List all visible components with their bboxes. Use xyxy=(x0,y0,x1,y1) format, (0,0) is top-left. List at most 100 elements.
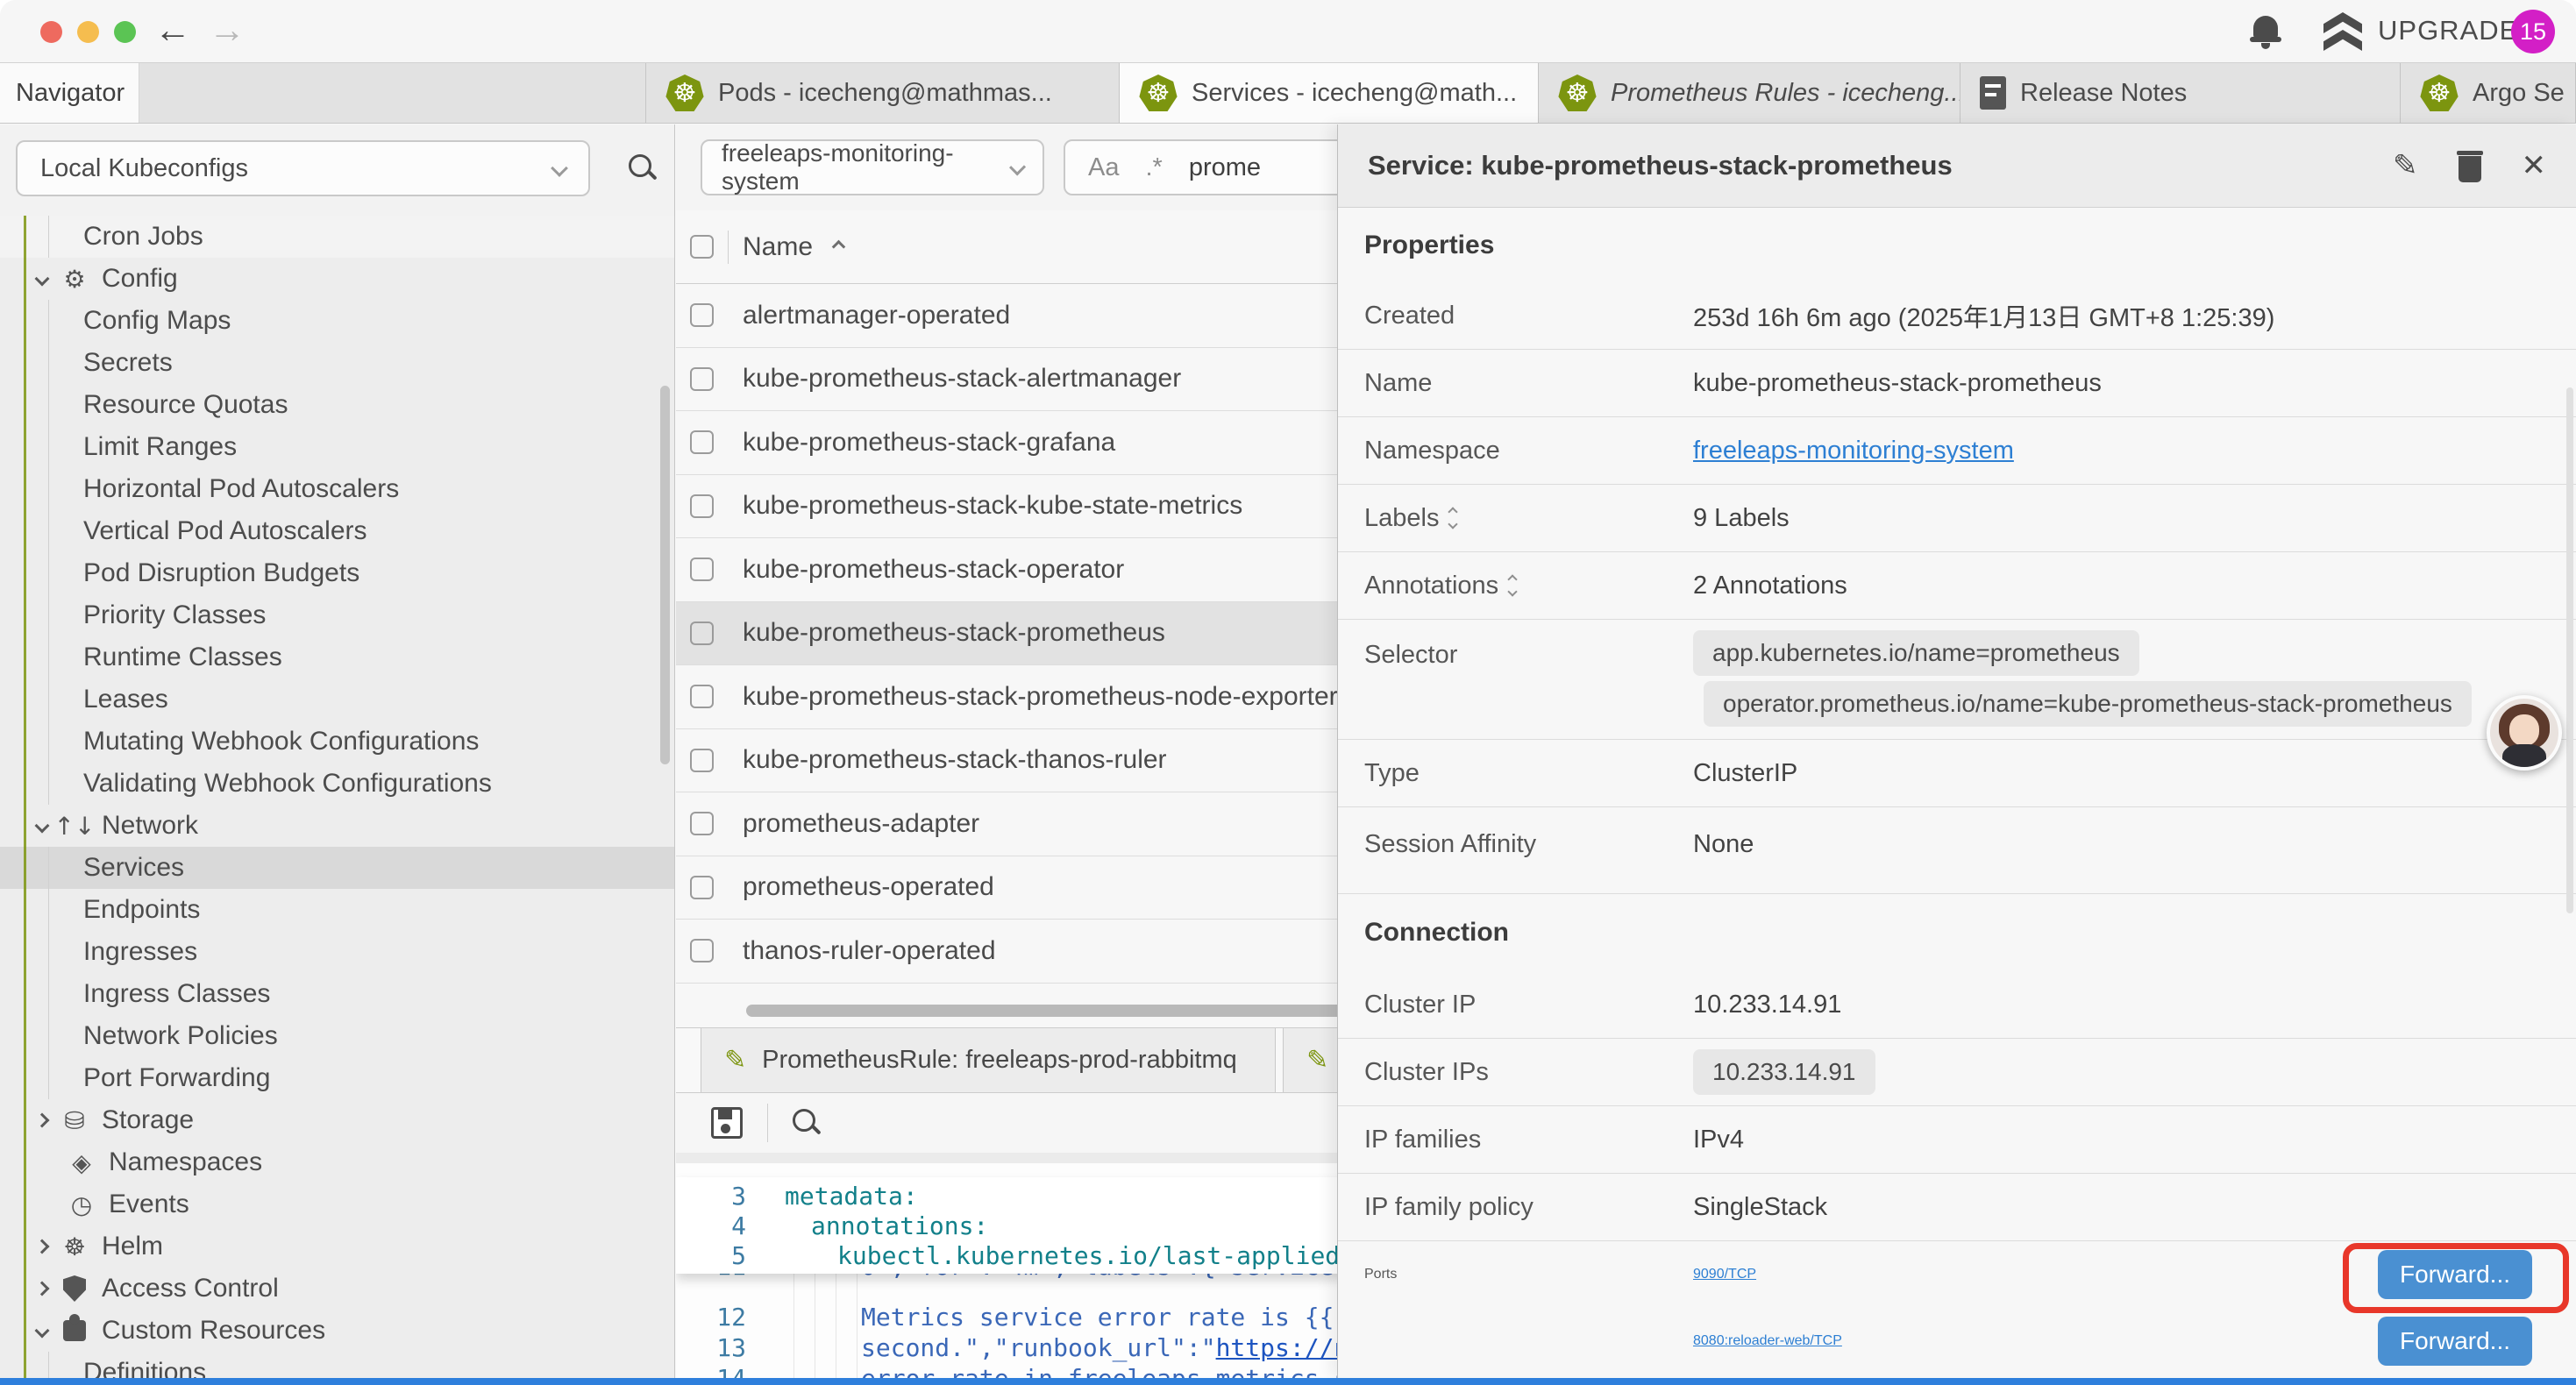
sidebar-item-config-maps[interactable]: Config Maps xyxy=(0,300,674,342)
sidebar-item-ingress-classes[interactable]: Ingress Classes xyxy=(0,973,674,1015)
tree-guide-line xyxy=(24,216,26,1378)
chevron-right-icon[interactable] xyxy=(35,1282,50,1296)
resource-tree: Cron Jobs⚙ConfigConfig MapsSecretsResour… xyxy=(0,216,674,1378)
sidebar-scrollbar[interactable] xyxy=(660,386,670,764)
sidebar-item-storage[interactable]: ⛁Storage xyxy=(0,1099,674,1141)
editor-tab-prometheusrule[interactable]: ✎ PrometheusRule: freeleaps-prod-rabbitm… xyxy=(701,1028,1276,1092)
sidebar-item-label: Vertical Pod Autoscalers xyxy=(83,516,367,546)
property-value: 2 Annotations xyxy=(1693,572,1847,600)
sidebar-item-priority-classes[interactable]: Priority Classes xyxy=(0,594,674,636)
tab-1[interactable]: ☸Pods - icecheng@mathmas... xyxy=(646,63,1120,123)
assistant-avatar[interactable] xyxy=(2487,695,2562,771)
sidebar-item-leases[interactable]: Leases xyxy=(0,678,674,721)
save-icon[interactable] xyxy=(711,1107,743,1139)
sidebar-item-config[interactable]: ⚙Config xyxy=(0,258,674,300)
chevron-right-icon[interactable] xyxy=(35,1239,50,1254)
upgrade-button[interactable]: UPGRADE xyxy=(2323,12,2518,49)
back-button[interactable]: ← xyxy=(154,9,191,51)
row-checkbox[interactable] xyxy=(690,749,714,772)
property-value: 253d 16h 6m ago (2025年1月13日 GMT+8 1:25:3… xyxy=(1693,297,2274,334)
sidebar-item-definitions[interactable]: Definitions xyxy=(0,1352,674,1378)
row-checkbox[interactable] xyxy=(690,558,714,581)
sidebar-item-ingresses[interactable]: Ingresses xyxy=(0,931,674,973)
sidebar-item-cron-jobs[interactable]: Cron Jobs xyxy=(0,216,674,258)
port-link[interactable]: 8080:reloader-web/TCP xyxy=(1693,1333,1842,1349)
tab-label: Argo Se xyxy=(2473,79,2565,108)
port-link[interactable]: 9090/TCP xyxy=(1693,1267,1756,1282)
match-case-toggle[interactable]: Aa xyxy=(1088,153,1119,182)
sidebar-search-icon[interactable] xyxy=(627,153,658,184)
namespace-link[interactable]: freeleaps-monitoring-system xyxy=(1693,437,2014,465)
row-checkbox[interactable] xyxy=(690,876,714,899)
sidebar-item-label: Leases xyxy=(83,685,168,714)
section-heading: Properties xyxy=(1338,208,2576,282)
detail-scrollbar[interactable] xyxy=(2566,387,2573,913)
sidebar-item-horizontal-pod-autoscalers[interactable]: Horizontal Pod Autoscalers xyxy=(0,468,674,510)
sidebar-item-endpoints[interactable]: Endpoints xyxy=(0,889,674,931)
property-value: kube-prometheus-stack-prometheus xyxy=(1693,369,2102,398)
sidebar-item-network[interactable]: ↑↓Network xyxy=(0,805,674,847)
row-checkbox[interactable] xyxy=(690,494,714,518)
chevron-down-icon xyxy=(1508,586,1518,596)
sort-toggle-icon[interactable] xyxy=(1449,508,1456,528)
tab-4[interactable]: Release Notes xyxy=(1960,63,2401,123)
sidebar-item-network-policies[interactable]: Network Policies xyxy=(0,1015,674,1057)
sidebar-item-resource-quotas[interactable]: Resource Quotas xyxy=(0,384,674,426)
select-all-checkbox[interactable] xyxy=(690,235,714,259)
tab-label: Services - icecheng@math... xyxy=(1192,79,1517,108)
chevron-down-icon[interactable] xyxy=(35,1324,50,1339)
row-checkbox[interactable] xyxy=(690,430,714,454)
sort-ascending-icon[interactable] xyxy=(832,240,846,254)
line-number: 3 xyxy=(676,1182,746,1211)
chevron-down-icon[interactable] xyxy=(35,272,50,287)
sidebar-item-mutating-webhook-configurations[interactable]: Mutating Webhook Configurations xyxy=(0,721,674,763)
sidebar-item-helm[interactable]: ☸Helm xyxy=(0,1225,674,1268)
forward-button[interactable]: → xyxy=(209,9,246,51)
property-label: Created xyxy=(1364,302,1693,330)
regex-toggle[interactable]: .* xyxy=(1145,153,1162,182)
sidebar-item-port-forwarding[interactable]: Port Forwarding xyxy=(0,1057,674,1099)
sidebar-item-pod-disruption-budgets[interactable]: Pod Disruption Budgets xyxy=(0,552,674,594)
row-checkbox[interactable] xyxy=(690,367,714,391)
row-checkbox[interactable] xyxy=(690,303,714,327)
tab-5[interactable]: ☸Argo Se xyxy=(2401,63,2576,123)
sidebar-item-limit-ranges[interactable]: Limit Ranges xyxy=(0,426,674,468)
chevron-down-icon[interactable] xyxy=(35,819,50,834)
chevron-right-icon[interactable] xyxy=(35,1113,50,1128)
sidebar-item-vertical-pod-autoscalers[interactable]: Vertical Pod Autoscalers xyxy=(0,510,674,552)
property-value: ClusterIP xyxy=(1693,759,1797,788)
sidebar-item-runtime-classes[interactable]: Runtime Classes xyxy=(0,636,674,678)
sidebar-item-label: Events xyxy=(109,1190,189,1219)
sidebar-item-secrets[interactable]: Secrets xyxy=(0,342,674,384)
sidebar-item-services[interactable]: Services xyxy=(0,847,674,889)
tab-strip-spacer xyxy=(139,63,646,123)
name-column-header[interactable]: Name xyxy=(743,232,813,262)
row-checkbox[interactable] xyxy=(690,939,714,962)
tab-2[interactable]: ☸Services - icecheng@math...✕ xyxy=(1120,63,1539,123)
row-checkbox[interactable] xyxy=(690,685,714,708)
edit-service-button[interactable]: ✎ xyxy=(2393,148,2418,183)
navigator-panel-tab[interactable]: Navigator xyxy=(0,63,139,123)
account-badge[interactable]: 15 xyxy=(2511,10,2555,53)
sidebar-item-namespaces[interactable]: ◈Namespaces xyxy=(0,1141,674,1183)
notifications-bell-icon[interactable] xyxy=(2250,14,2281,49)
kubeconfig-select[interactable]: Local Kubeconfigs xyxy=(16,140,590,196)
sort-toggle-icon[interactable] xyxy=(1509,576,1516,595)
sidebar-item-custom-resources[interactable]: Custom Resources xyxy=(0,1310,674,1352)
row-checkbox[interactable] xyxy=(690,812,714,835)
detail-body: Properties Created253d 16h 6m ago (2025年1… xyxy=(1338,208,2576,1378)
namespace-select[interactable]: freeleaps-monitoring-system xyxy=(701,139,1044,195)
close-window-button[interactable] xyxy=(40,21,62,43)
zoom-window-button[interactable] xyxy=(114,21,136,43)
minimize-window-button[interactable] xyxy=(77,21,99,43)
tab-3[interactable]: ☸Prometheus Rules - icecheng... xyxy=(1539,63,1960,123)
sidebar-item-validating-webhook-configurations[interactable]: Validating Webhook Configurations xyxy=(0,763,674,805)
delete-service-button[interactable] xyxy=(2457,149,2483,182)
row-checkbox[interactable] xyxy=(690,621,714,645)
code-text: second.","runbook_url":"https://net xyxy=(861,1333,1378,1362)
close-panel-button[interactable]: ✕ xyxy=(2522,148,2547,183)
sidebar-item-access-control[interactable]: Access Control xyxy=(0,1268,674,1310)
editor-search-icon[interactable] xyxy=(791,1107,822,1139)
sidebar-item-events[interactable]: ◷Events xyxy=(0,1183,674,1225)
forward-button[interactable]: Forward... xyxy=(2378,1317,2532,1366)
